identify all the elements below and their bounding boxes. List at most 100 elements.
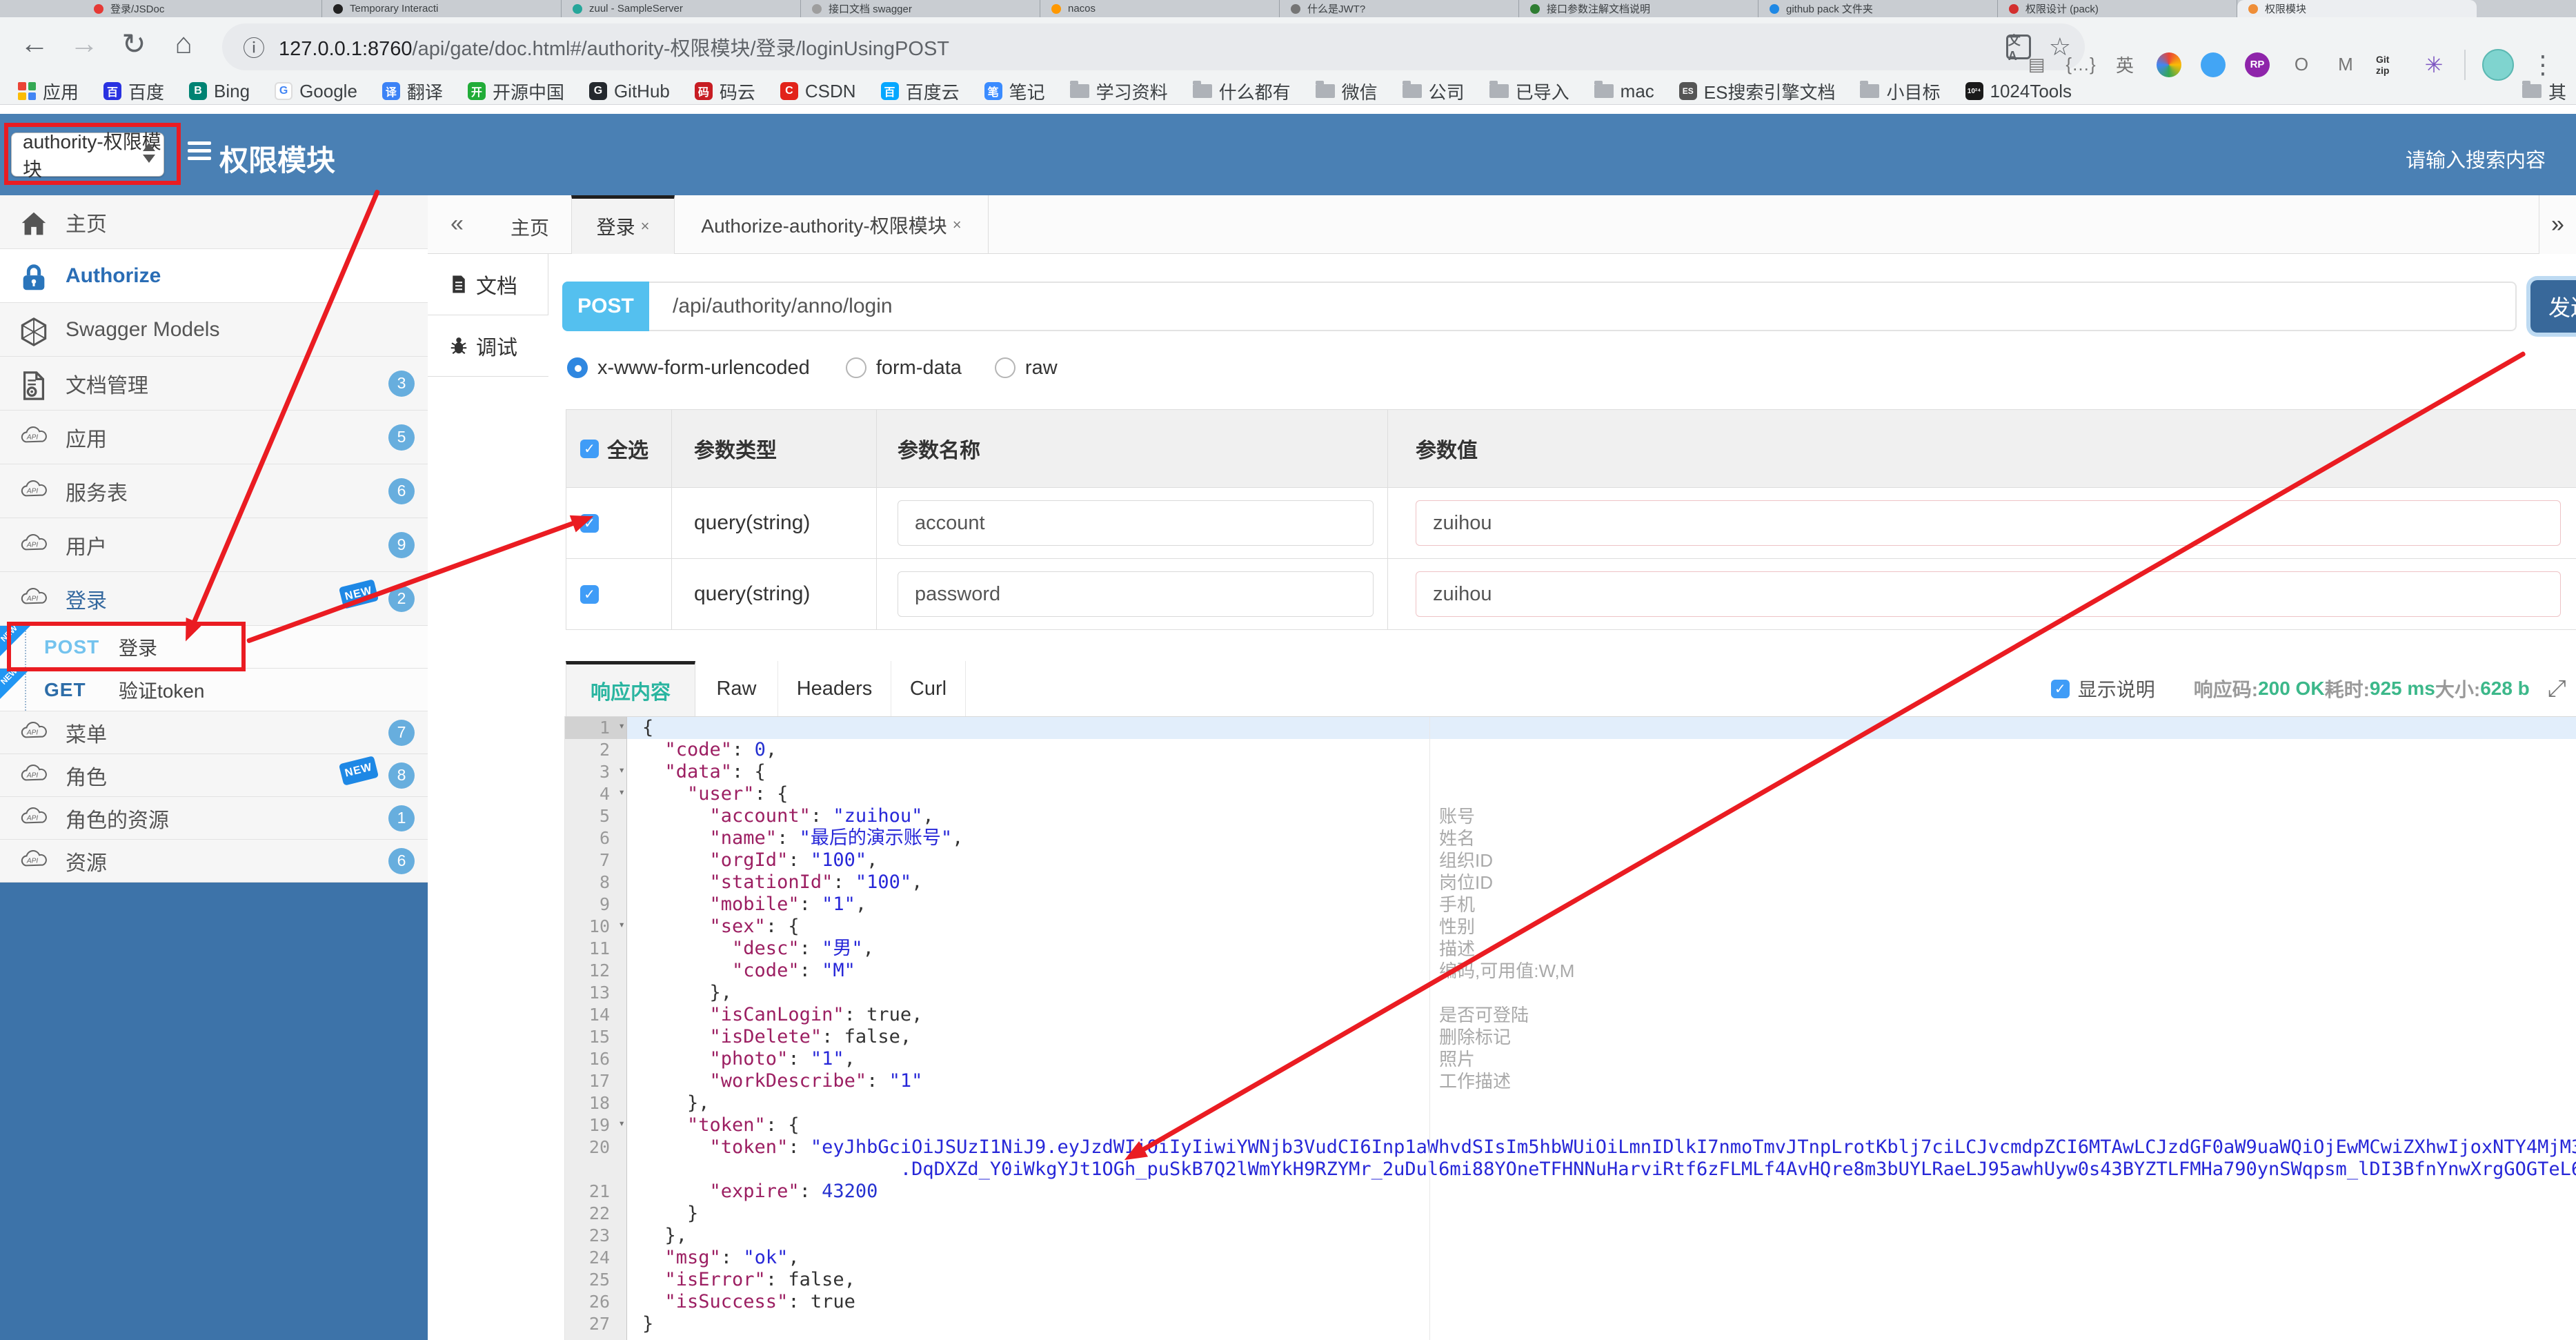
bookmark-item[interactable]: ES ES搜索引擎文档 — [1678, 79, 1835, 104]
radio-form-data[interactable] — [845, 357, 866, 378]
sidebar-item-6[interactable]: API 用户 9 — [0, 518, 428, 572]
param-value-input[interactable] — [1416, 571, 2561, 617]
fold-arrow-icon[interactable]: ▾ — [618, 785, 625, 798]
bookmark-item[interactable]: 已导入 — [1489, 79, 1569, 104]
bookmark-item[interactable]: 微信 — [1315, 79, 1378, 104]
bookmark-item[interactable]: G Google — [275, 81, 357, 102]
tab-document[interactable]: 文档 — [428, 254, 548, 315]
bookmark-item[interactable]: 百百度云 — [880, 79, 960, 104]
tab-headers[interactable]: Headers — [778, 661, 891, 716]
back-icon[interactable]: ← — [15, 27, 54, 60]
close-icon[interactable]: × — [953, 216, 962, 234]
browser-tab[interactable]: github pack 文件夹 — [1758, 0, 1998, 17]
browser-tab[interactable]: nacos — [1040, 0, 1280, 17]
bookmark-label: 应用 — [43, 81, 79, 103]
sidebar-item-3[interactable]: 文档管理 3 — [0, 357, 428, 411]
gitzip-icon[interactable]: Git zip — [2376, 51, 2404, 79]
sidebar-item-4[interactable]: API 应用 5 — [0, 411, 428, 464]
send-button[interactable]: 发送 — [2530, 280, 2576, 333]
radio-x-www-form-urlencoded[interactable] — [567, 357, 588, 378]
braces-icon[interactable]: {…} — [2065, 51, 2095, 79]
fold-arrow-icon[interactable]: ▾ — [618, 719, 625, 732]
m-shield-icon[interactable]: M — [2332, 51, 2359, 79]
sidebar-endpoint-get[interactable]: NEW GET 验证token — [0, 666, 428, 711]
rp-icon[interactable]: RP — [2243, 51, 2271, 79]
browser-tab[interactable]: 接口文档 swagger — [801, 0, 1040, 17]
fold-arrow-icon[interactable]: ▾ — [618, 763, 625, 776]
browser-tab[interactable]: zuul - SampleServer — [562, 0, 801, 17]
browser-tab[interactable]: Temporary Interacti — [322, 0, 562, 17]
select-all-checkbox[interactable]: ✓ — [580, 439, 599, 458]
bookmark-item[interactable]: 学习资料 — [1069, 79, 1168, 104]
gutter-line: 8 — [565, 871, 626, 894]
profile-avatar[interactable] — [2482, 48, 2514, 81]
bookmark-item[interactable]: 什么都有 — [1192, 79, 1291, 104]
reload-icon[interactable]: ↻ — [115, 27, 153, 61]
sidebar-item-12[interactable]: API 角色的资源 1 — [0, 797, 428, 840]
collapse-tabs-icon[interactable]: « — [450, 210, 464, 237]
tab-login[interactable]: 登录 × — [571, 195, 675, 254]
param-name-input[interactable] — [898, 571, 1374, 617]
pinwheel-icon[interactable]: ✳ — [2420, 51, 2448, 79]
browser-tab[interactable]: 权限模块 — [2237, 0, 2477, 17]
expand-tabs-icon[interactable]: » — [2539, 195, 2576, 254]
param-checkbox[interactable]: ✓ — [580, 584, 599, 604]
tab-authorize[interactable]: Authorize-authority-权限模块 × — [675, 195, 989, 254]
param-value-input[interactable] — [1416, 500, 2561, 546]
bookmark-item[interactable]: 开开源中国 — [467, 79, 564, 104]
param-name-input[interactable] — [898, 500, 1374, 546]
sidebar-item-5[interactable]: API 服务表 6 — [0, 464, 428, 518]
tab-response-content[interactable]: 响应内容 — [566, 661, 695, 716]
tab-home[interactable]: 主页 — [511, 213, 549, 241]
tab-raw[interactable]: Raw — [695, 661, 778, 716]
globe-icon[interactable] — [2199, 51, 2227, 79]
radio-label[interactable]: form-data — [876, 357, 962, 380]
fold-arrow-icon[interactable]: ▾ — [618, 1116, 625, 1130]
forward-icon[interactable]: → — [65, 27, 103, 60]
expand-response-icon[interactable]: ⤢ — [2548, 676, 2566, 702]
en-translate-icon[interactable]: 英 — [2111, 51, 2139, 79]
sidebar-item-2[interactable]: Swagger Models — [0, 303, 428, 357]
response-code-editor[interactable]: 1 ▾ 2 3 ▾ 4 ▾ 5 6 7 8 9 10 ▾ 11 12 13 14 15 16 17 18 19 ▾ 20 21 22… — [564, 716, 2576, 1340]
browser-tab[interactable]: 登录/JSDoc — [83, 0, 322, 17]
sidebar-item-10[interactable]: API 菜单 7 — [0, 711, 428, 754]
browser-tab[interactable]: 权限设计 (pack) — [1998, 0, 2237, 17]
ring-icon[interactable]: O — [2288, 51, 2315, 79]
bookmark-item[interactable]: 译翻译 — [382, 79, 443, 104]
bookmark-overflow[interactable]: 其 — [2521, 77, 2566, 105]
bookmark-item[interactable]: mac — [1594, 81, 1654, 102]
bookmark-item[interactable]: G GitHub — [588, 81, 670, 102]
bookmark-item[interactable]: 码码云 — [694, 79, 755, 104]
tab-favicon-icon — [812, 3, 822, 14]
sidebar-item-13[interactable]: API 资源 6 — [0, 840, 428, 883]
radio-raw[interactable] — [994, 357, 1015, 378]
browser-tab[interactable]: 接口参数注解文档说明 — [1519, 0, 1758, 17]
bookmark-item[interactable]: 小目标 — [1860, 79, 1941, 104]
close-icon[interactable]: × — [641, 217, 650, 235]
menu-toggle-icon[interactable] — [188, 141, 211, 164]
show-description-checkbox[interactable]: ✓ — [2050, 679, 2070, 698]
fold-arrow-icon[interactable]: ▾ — [618, 918, 625, 931]
request-url-input[interactable] — [649, 282, 2517, 331]
bookmark-item[interactable]: C CSDN — [780, 81, 856, 102]
tab-curl[interactable]: Curl — [891, 661, 966, 716]
browser-menu-icon[interactable]: ⋮ — [2530, 50, 2555, 79]
page-info-icon[interactable]: ⓘ — [243, 31, 265, 63]
bookmark-item[interactable]: B Bing — [189, 81, 250, 102]
bookmark-item[interactable]: 百百度 — [103, 79, 164, 104]
radio-label[interactable]: x-www-form-urlencoded — [597, 357, 810, 380]
colorful-circle-icon[interactable] — [2155, 51, 2183, 79]
tab-debug[interactable]: 调试 — [428, 315, 548, 377]
radio-label[interactable]: raw — [1025, 357, 1058, 380]
bookmark-item[interactable]: 笔笔记 — [984, 79, 1045, 104]
home-icon[interactable]: ⌂ — [164, 27, 203, 60]
search-input[interactable]: 请输入搜索内容 — [2406, 144, 2546, 173]
bookmark-item[interactable]: 应用 — [18, 79, 79, 104]
url-bar[interactable]: ⓘ 127.0.0.1:8760/api/gate/doc.html#/auth… — [222, 23, 2085, 70]
sidebar-item-1[interactable]: Authorize — [0, 249, 428, 303]
browser-tab[interactable]: 什么是JWT? — [1280, 0, 1519, 17]
sidebar-item-11[interactable]: API 角色 NEW 8 — [0, 754, 428, 797]
bookmark-item[interactable]: 10²⁴ 1024Tools — [1965, 81, 2072, 102]
bookmark-item[interactable]: 公司 — [1402, 79, 1465, 104]
reader-icon[interactable]: ▤ — [2023, 51, 2050, 79]
